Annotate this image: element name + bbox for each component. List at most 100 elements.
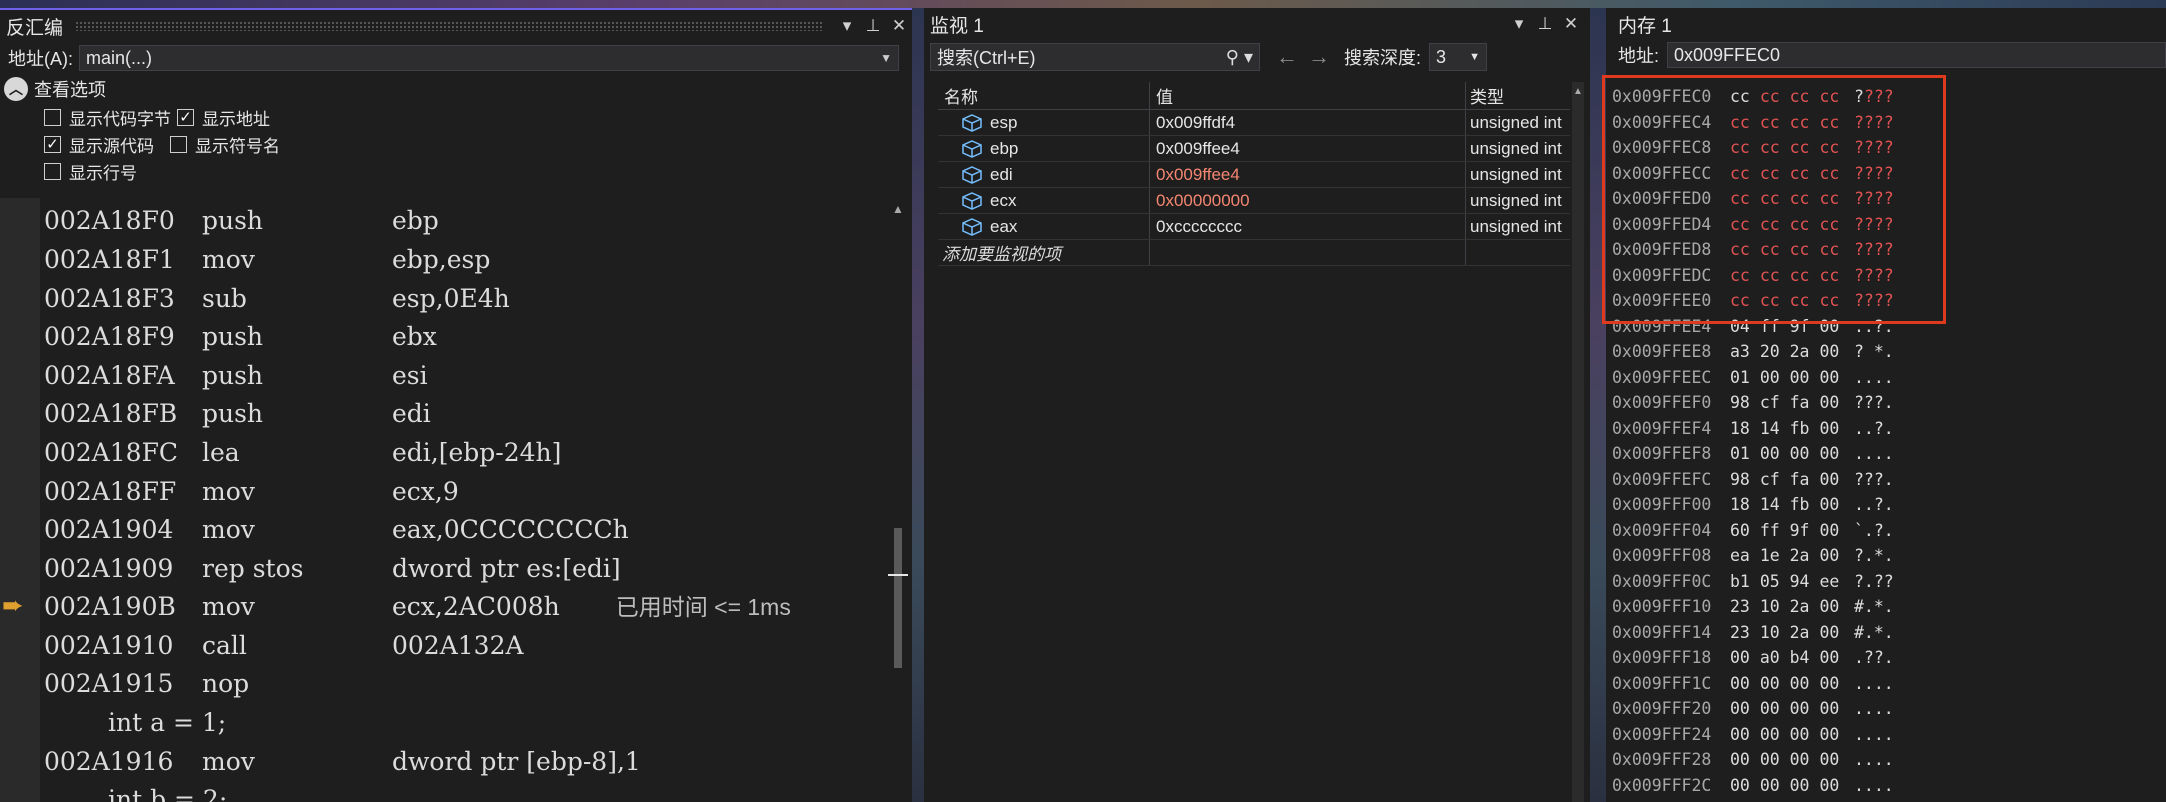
watch-row[interactable]: ebp 0x009ffee4 unsigned int — [938, 136, 1570, 162]
memory-byte[interactable]: ff — [1760, 521, 1780, 540]
memory-byte[interactable]: 2a — [1790, 342, 1810, 361]
memory-row-bytes[interactable]: 98 cf fa 00 — [1726, 470, 1854, 489]
memory-byte[interactable]: 00 — [1819, 444, 1839, 463]
memory-byte[interactable]: 00 — [1819, 674, 1839, 693]
memory-byte[interactable]: 98 — [1730, 470, 1750, 489]
memory-byte[interactable]: 00 — [1819, 725, 1839, 744]
memory-row[interactable]: 0x009FFF1C 00 00 00 00.... — [1606, 671, 2166, 697]
watch-row[interactable]: esp 0x009ffdf4 unsigned int — [938, 110, 1570, 136]
watch-row[interactable]: edi 0x009ffee4 unsigned int — [938, 162, 1570, 188]
close-icon[interactable]: ✕ — [1558, 14, 1584, 34]
add-watch-item[interactable]: 添加要监视的项 — [938, 240, 1150, 265]
memory-row[interactable]: 0x009FFEF4 18 14 fb 00..?. — [1606, 416, 2166, 442]
disassembly-code-area[interactable]: ➨ 002A18F0 push ebp 002A18F1 mov ebp,esp 002… — [0, 198, 888, 802]
memory-row-bytes[interactable]: 00 00 00 00 — [1726, 725, 1854, 744]
memory-byte[interactable]: 18 — [1730, 495, 1750, 514]
memory-byte[interactable]: cf — [1760, 470, 1780, 489]
memory-address-input[interactable]: 0x009FFEC0 — [1667, 42, 2166, 68]
memory-byte[interactable]: 00 — [1760, 699, 1780, 718]
memory-byte[interactable]: 00 — [1819, 342, 1839, 361]
memory-row[interactable]: 0x009FFEEC 01 00 00 00.... — [1606, 365, 2166, 391]
memory-row[interactable]: 0x009FFF00 18 14 fb 00..?. — [1606, 492, 2166, 518]
memory-byte[interactable]: 00 — [1819, 648, 1839, 667]
collapse-icon[interactable]: ︿ — [4, 77, 28, 101]
memory-byte[interactable]: 23 — [1730, 597, 1750, 616]
memory-row-bytes[interactable]: 01 00 00 00 — [1726, 368, 1854, 387]
option-show-address[interactable]: ✓ 显示地址 — [177, 105, 270, 130]
memory-byte[interactable]: 05 — [1760, 572, 1780, 591]
watch-titlebar[interactable]: 监视 1 ▾ ⊥ ✕ — [924, 8, 1584, 40]
memory-row-bytes[interactable]: 00 00 00 00 — [1726, 699, 1854, 718]
memory-byte[interactable]: fb — [1790, 419, 1810, 438]
pin-icon[interactable]: ⊥ — [1532, 14, 1558, 34]
memory-byte[interactable]: fa — [1790, 393, 1810, 412]
view-options-header[interactable]: ︿ 查看选项 — [0, 74, 912, 104]
code-line[interactable]: 002A1904 mov eax,0CCCCCCCCh — [44, 511, 629, 549]
memory-byte[interactable]: b4 — [1790, 648, 1810, 667]
memory-byte[interactable]: 18 — [1730, 419, 1750, 438]
memory-row-bytes[interactable]: 00 a0 b4 00 — [1726, 648, 1854, 667]
memory-row-bytes[interactable]: ea 1e 2a 00 — [1726, 546, 1854, 565]
code-line[interactable]: 002A18FB push edi — [44, 395, 431, 433]
memory-byte[interactable]: ee — [1819, 572, 1839, 591]
code-line[interactable]: 002A18FC lea edi,[ebp-24h] — [44, 434, 561, 472]
memory-byte[interactable]: fa — [1790, 470, 1810, 489]
memory-byte[interactable]: 00 — [1730, 674, 1750, 693]
address-combo[interactable]: main(...) ▼ — [79, 45, 899, 71]
memory-byte[interactable]: 00 — [1730, 699, 1750, 718]
memory-row[interactable]: 0x009FFEF0 98 cf fa 00???. — [1606, 390, 2166, 416]
depth-select[interactable]: 3 ▼ — [1429, 43, 1488, 71]
memory-byte[interactable]: 10 — [1760, 597, 1780, 616]
memory-byte[interactable]: 00 — [1730, 750, 1750, 769]
memory-byte[interactable]: 20 — [1760, 342, 1780, 361]
memory-byte[interactable]: 01 — [1730, 368, 1750, 387]
checkbox-code-bytes[interactable] — [44, 109, 61, 126]
memory-byte[interactable]: 1e — [1760, 546, 1780, 565]
memory-byte[interactable]: a0 — [1760, 648, 1780, 667]
code-line[interactable]: 002A1909 rep stos dword ptr es:[edi] — [44, 550, 621, 588]
option-show-code-bytes[interactable]: 显示代码字节 — [44, 105, 171, 130]
memory-row[interactable]: 0x009FFF0C b1 05 94 ee?.?? — [1606, 569, 2166, 595]
column-type[interactable]: 类型 — [1466, 82, 1570, 109]
option-show-symbols[interactable]: 显示符号名 — [170, 132, 280, 157]
memory-row[interactable]: 0x009FFF24 00 00 00 00.... — [1606, 722, 2166, 748]
memory-byte[interactable]: 00 — [1730, 648, 1750, 667]
checkbox-show-source[interactable]: ✓ — [44, 136, 61, 153]
dropdown-icon[interactable]: ▾ — [834, 16, 860, 36]
close-icon[interactable]: ✕ — [886, 16, 912, 36]
memory-byte[interactable]: 00 — [1760, 725, 1780, 744]
memory-row-bytes[interactable]: 23 10 2a 00 — [1726, 623, 1854, 642]
memory-byte[interactable]: 00 — [1819, 470, 1839, 489]
memory-byte[interactable]: 00 — [1819, 597, 1839, 616]
memory-byte[interactable]: 00 — [1819, 393, 1839, 412]
memory-row-bytes[interactable]: 23 10 2a 00 — [1726, 597, 1854, 616]
memory-row[interactable]: 0x009FFF04 60 ff 9f 00 `.?. — [1606, 518, 2166, 544]
dropdown-icon[interactable]: ▾ — [1506, 14, 1532, 34]
memory-row-bytes[interactable]: 00 00 00 00 — [1726, 750, 1854, 769]
code-line[interactable]: 002A1915 nop — [44, 665, 392, 703]
memory-row-bytes[interactable]: a3 20 2a 00 — [1726, 342, 1854, 361]
memory-byte[interactable]: 2a — [1790, 597, 1810, 616]
memory-byte[interactable]: 00 — [1790, 699, 1810, 718]
memory-byte[interactable]: 2a — [1790, 546, 1810, 565]
memory-byte[interactable]: 00 — [1819, 776, 1839, 795]
memory-row[interactable]: 0x009FFF14 23 10 2a 00 #.*. — [1606, 620, 2166, 646]
memory-byte[interactable]: 00 — [1819, 546, 1839, 565]
memory-byte[interactable]: 94 — [1790, 572, 1810, 591]
memory-row-bytes[interactable]: 00 00 00 00 — [1726, 776, 1854, 795]
memory-byte[interactable]: 00 — [1819, 368, 1839, 387]
watch-value[interactable]: 0x009ffee4 — [1150, 162, 1466, 187]
memory-byte[interactable]: 00 — [1760, 674, 1780, 693]
memory-byte[interactable]: 00 — [1819, 750, 1839, 769]
memory-byte[interactable]: 00 — [1819, 623, 1839, 642]
column-name[interactable]: 名称 — [938, 82, 1150, 109]
watch-add-row[interactable]: 添加要监视的项 — [938, 240, 1570, 266]
memory-row-bytes[interactable]: b1 05 94 ee — [1726, 572, 1854, 591]
memory-row-bytes[interactable]: 98 cf fa 00 — [1726, 393, 1854, 412]
checkbox-line-numbers[interactable] — [44, 163, 61, 180]
code-line[interactable]: 002A18F0 push ebp — [44, 202, 439, 240]
memory-byte[interactable]: 00 — [1819, 495, 1839, 514]
code-line[interactable]: 002A18FA push esi — [44, 357, 428, 395]
watch-row[interactable]: ecx 0x00000000 unsigned int — [938, 188, 1570, 214]
watch-scrollbar[interactable]: ▲ — [1572, 82, 1584, 802]
